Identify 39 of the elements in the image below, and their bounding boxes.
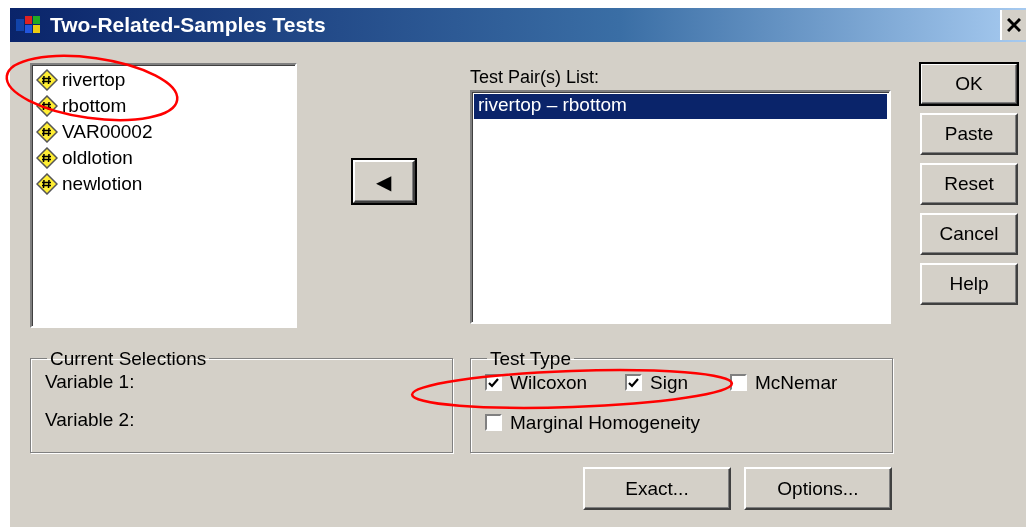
move-button[interactable]: ◀ bbox=[352, 160, 415, 203]
dialog-button[interactable]: Options... bbox=[744, 467, 892, 510]
variable-icon bbox=[36, 69, 58, 91]
field-label: Variable 1: bbox=[45, 370, 136, 393]
dialog-button[interactable]: Paste bbox=[920, 113, 1018, 155]
pair-item[interactable]: rivertop – rbottom bbox=[474, 94, 887, 119]
field-label: Variable 2: bbox=[45, 408, 136, 431]
dialog-button[interactable]: Reset bbox=[920, 163, 1018, 205]
checkbox[interactable]: Marginal Homogeneity bbox=[485, 410, 701, 435]
check-icon bbox=[628, 377, 639, 388]
checkbox-box[interactable] bbox=[625, 374, 642, 392]
app-icon bbox=[16, 15, 42, 35]
variable-item[interactable]: rivertop bbox=[62, 69, 126, 91]
checkbox[interactable]: McNemar bbox=[730, 370, 838, 395]
checkbox[interactable]: Sign bbox=[625, 370, 710, 395]
variable-item[interactable]: rbottom bbox=[62, 95, 127, 117]
variable-icon bbox=[36, 95, 58, 117]
pair-list[interactable]: rivertop – rbottom bbox=[470, 90, 891, 324]
close-button[interactable] bbox=[1000, 10, 1026, 40]
group-title: Current Selections bbox=[49, 349, 208, 369]
variable-item[interactable]: oldlotion bbox=[62, 147, 133, 169]
checkbox-box[interactable] bbox=[485, 414, 502, 432]
variable-item[interactable]: newlotion bbox=[62, 173, 143, 195]
list-label: Test Pair(s) List: bbox=[470, 67, 601, 89]
variable-icon bbox=[36, 147, 58, 169]
dialog-button[interactable]: Cancel bbox=[920, 213, 1018, 255]
variable-item[interactable]: VAR00002 bbox=[62, 121, 153, 143]
window-title: Two-Related-Samples Tests bbox=[50, 13, 327, 37]
dialog-button[interactable]: Exact... bbox=[583, 467, 731, 510]
check-icon bbox=[488, 377, 499, 388]
variable-icon bbox=[36, 121, 58, 143]
close-icon bbox=[1007, 18, 1021, 32]
variable-icon bbox=[36, 173, 58, 195]
group-title: Test Type bbox=[489, 349, 572, 369]
checkbox[interactable]: Wilcoxon bbox=[485, 370, 605, 395]
checkbox-box[interactable] bbox=[730, 374, 747, 392]
dialog-button[interactable]: Help bbox=[920, 263, 1018, 305]
dialog-button[interactable]: OK bbox=[920, 63, 1018, 105]
variable-list[interactable]: rivertop rbottom VAR00002 oldlotion newlotion bbox=[30, 63, 297, 328]
